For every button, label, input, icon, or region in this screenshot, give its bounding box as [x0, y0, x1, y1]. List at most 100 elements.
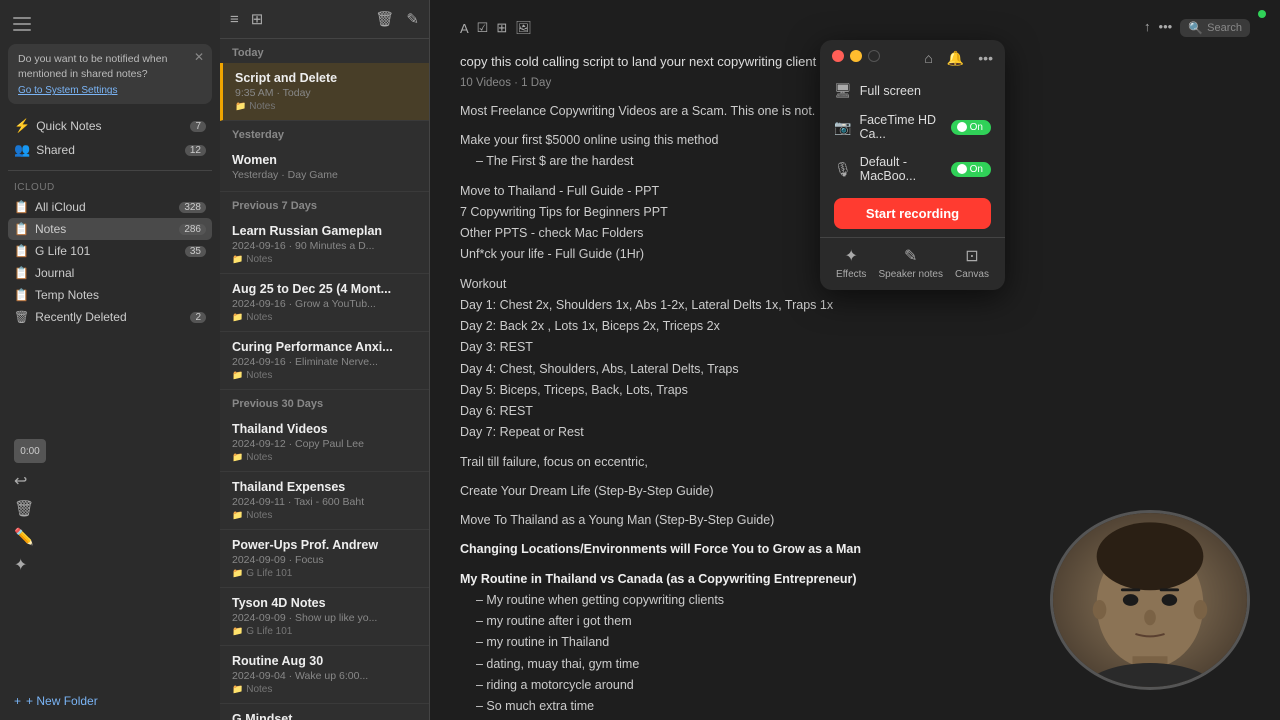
panel-more-icon[interactable]: •••: [978, 50, 993, 67]
notes-edit-icon[interactable]: ✎: [406, 10, 419, 28]
sidebar-item-all-icloud[interactable]: 📋 All iCloud 328: [8, 196, 212, 218]
note-g-mindset[interactable]: G Mindset 2024-08-27 · IG 📁 Notes: [220, 704, 429, 720]
undo-icon[interactable]: ↩: [14, 471, 206, 491]
folder-icon: 📁: [232, 626, 243, 637]
notification-text: Do you want to be notified when mentione…: [18, 52, 202, 81]
notes-trash-icon[interactable]: 🗑: [375, 10, 394, 28]
facetime-toggle[interactable]: On: [951, 120, 991, 135]
sidebar-item-recently-deleted[interactable]: 🗑 Recently Deleted 2: [8, 306, 212, 328]
quick-notes-badge: 7: [190, 121, 206, 132]
note-folder: 📁 Notes: [232, 510, 417, 521]
note-meta: 2024-09-16 · Eliminate Nerve...: [232, 356, 417, 368]
note-folder: 📁 Notes: [232, 312, 417, 323]
note-learn-russian[interactable]: Learn Russian Gameplan 2024-09-16 · 90 M…: [220, 216, 429, 274]
note-toolbar-right: ↑ ••• 🔍 Search: [1144, 19, 1250, 37]
note-folder: 📁 Notes: [232, 452, 417, 463]
panel-fullscreen-row[interactable]: 🖥 Full screen: [820, 75, 1005, 106]
panel-mic-row[interactable]: 🎙 Default - MacBoo... On: [820, 148, 1005, 190]
note-aug-dec[interactable]: Aug 25 to Dec 25 (4 Mont... 2024-09-16 ·…: [220, 274, 429, 332]
sidebar-top: [0, 0, 220, 44]
speaker-notes-button[interactable]: ✎ Speaker notes: [878, 246, 943, 280]
note-line-13: Day 5: Biceps, Triceps, Back, Lots, Trap…: [460, 380, 1250, 401]
note-curing-performance[interactable]: Curing Performance Anxi... 2024-09-16 · …: [220, 332, 429, 390]
sidebar-bottom: + + New Folder: [0, 682, 220, 720]
all-icloud-icon: 📋: [14, 200, 29, 214]
note-folder: 📁 Notes: [235, 101, 417, 112]
format-icon[interactable]: A: [460, 21, 469, 36]
fullscreen-label: Full screen: [860, 84, 921, 98]
close-button[interactable]: [832, 50, 844, 62]
note-title: Thailand Videos: [232, 422, 417, 436]
note-line-12: Day 4: Chest, Shoulders, Abs, Lateral De…: [460, 359, 1250, 380]
list-view-icon[interactable]: ≡: [230, 11, 239, 28]
notes-label: Notes: [35, 222, 66, 236]
prev7-section-header: Previous 7 Days: [220, 192, 429, 216]
grid-view-icon[interactable]: ⊞: [251, 10, 264, 28]
panel-facetime-row[interactable]: 📷 FaceTime HD Ca... On: [820, 106, 1005, 148]
sidebar-item-temp-notes[interactable]: 📋 Temp Notes: [8, 284, 212, 306]
notification-close-icon[interactable]: ✕: [194, 50, 204, 64]
journal-label: Journal: [35, 266, 74, 280]
image-icon[interactable]: 🖼: [515, 20, 532, 36]
panel-footer: ✦ Effects ✎ Speaker notes ⊡ Canvas: [820, 237, 1005, 280]
note-folder: 📁 Notes: [232, 684, 417, 695]
status-dot: [1258, 10, 1266, 18]
note-folder: 📁 Notes: [232, 254, 417, 265]
default-label: Default - MacBoo...: [860, 155, 951, 183]
timer-display: 0:00: [14, 439, 46, 463]
note-title: Aug 25 to Dec 25 (4 Mont...: [232, 282, 417, 296]
sidebar-item-journal[interactable]: 📋 Journal: [8, 262, 212, 284]
effects-icon: ✦: [845, 246, 858, 266]
note-line-17: Create Your Dream Life (Step-By-Step Gui…: [460, 481, 1250, 502]
table-icon[interactable]: ⊞: [496, 20, 507, 36]
note-thailand-expenses[interactable]: Thailand Expenses 2024-09-11 · Taxi - 60…: [220, 472, 429, 530]
note-title: Routine Aug 30: [232, 654, 417, 668]
effects-label: Effects: [836, 269, 866, 280]
checklist-icon[interactable]: ☑: [477, 20, 489, 36]
prev30-section-header: Previous 30 Days: [220, 390, 429, 414]
yesterday-section-header: Yesterday: [220, 121, 429, 145]
start-recording-button[interactable]: Start recording: [834, 198, 991, 229]
note-line-10: Day 2: Back 2x , Lots 1x, Biceps 2x, Tri…: [460, 316, 1250, 337]
note-title: Script and Delete: [235, 71, 417, 85]
note-folder: 📁 G Life 101: [232, 568, 417, 579]
note-power-ups[interactable]: Power-Ups Prof. Andrew 2024-09-09 · Focu…: [220, 530, 429, 588]
note-script-delete[interactable]: Script and Delete 9:35 AM · Today 📁 Note…: [220, 63, 429, 121]
panel-bell-icon[interactable]: 🔔: [947, 50, 964, 67]
note-thailand-videos[interactable]: Thailand Videos 2024-09-12 · Copy Paul L…: [220, 414, 429, 472]
note-tyson[interactable]: Tyson 4D Notes 2024-09-09 · Show up like…: [220, 588, 429, 646]
sidebar-divider: [8, 170, 212, 171]
shared-label: Shared: [36, 143, 75, 157]
maximize-button[interactable]: [868, 50, 880, 62]
minimize-button[interactable]: [850, 50, 862, 62]
recording-panel: ⌂ 🔔 ••• 🖥 Full screen 📷 FaceTime HD Ca..…: [820, 40, 1005, 290]
facetime-label: FaceTime HD Ca...: [859, 113, 950, 141]
canvas-button[interactable]: ⊡ Canvas: [955, 246, 989, 280]
pencil-icon[interactable]: ✏️: [14, 527, 206, 547]
new-folder-button[interactable]: + + New Folder: [8, 690, 104, 712]
shared-icon: 👥: [14, 142, 30, 158]
speaker-notes-icon: ✎: [904, 246, 917, 266]
note-meta: 2024-09-04 · Wake up 6:00...: [232, 670, 417, 682]
mic-toggle[interactable]: On: [951, 162, 991, 177]
note-women[interactable]: Women Yesterday · Day Game: [220, 145, 429, 192]
sidebar-item-shared[interactable]: 👥 Shared 12: [8, 138, 212, 162]
sidebar-item-quick-notes[interactable]: ⚡ Quick Notes 7: [8, 114, 212, 138]
folder-icon: 📁: [232, 370, 243, 381]
share-icon[interactable]: ↑: [1144, 19, 1151, 37]
note-title: G Mindset: [232, 712, 417, 720]
recently-deleted-badge: 2: [190, 312, 206, 323]
icloud-section: iCloud 📋 All iCloud 328 📋 Notes 286 📋 G …: [0, 175, 220, 332]
more-icon[interactable]: •••: [1159, 19, 1173, 37]
effects-button[interactable]: ✦ Effects: [836, 246, 866, 280]
sidebar-item-g-life[interactable]: 📋 G Life 101 35: [8, 240, 212, 262]
sidebar-item-notes[interactable]: 📋 Notes 286: [8, 218, 212, 240]
search-bar[interactable]: 🔍 Search: [1180, 19, 1250, 37]
panel-home-icon[interactable]: ⌂: [924, 50, 932, 67]
sidebar-toggle-icon[interactable]: [8, 10, 36, 38]
note-routine[interactable]: Routine Aug 30 2024-09-04 · Wake up 6:00…: [220, 646, 429, 704]
magic-icon[interactable]: ✦: [14, 555, 206, 575]
notification-link[interactable]: Go to System Settings: [18, 85, 202, 96]
delete-icon[interactable]: 🗑: [14, 499, 206, 519]
speaker-notes-label: Speaker notes: [878, 269, 943, 280]
